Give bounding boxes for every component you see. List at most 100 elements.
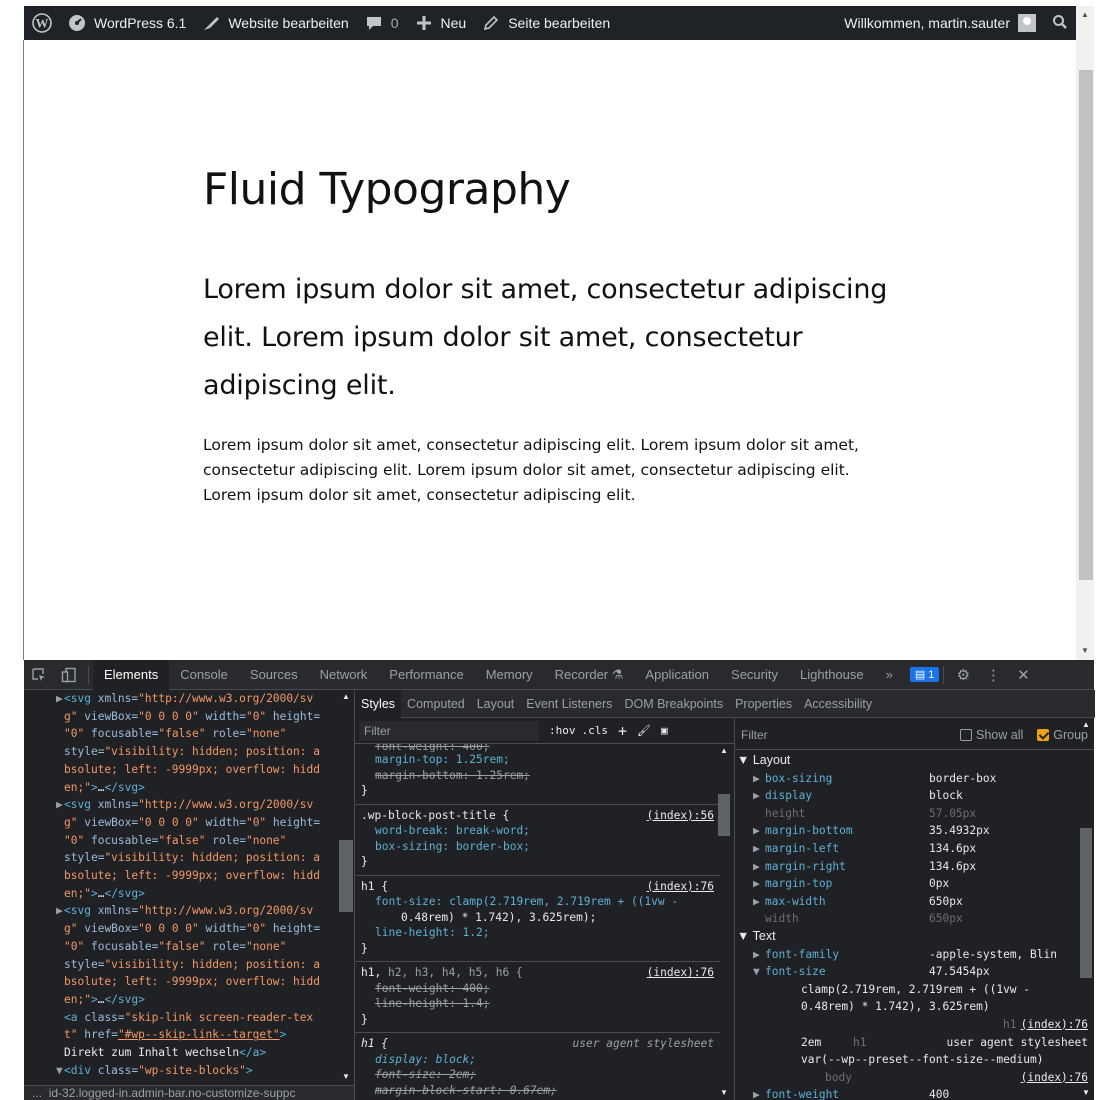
style-declaration[interactable]: line-height: 1.4;: [361, 996, 714, 1012]
style-rule[interactable]: (index):76 h1, h2, h3, h4, h5, h6 { font…: [355, 962, 720, 1033]
style-declaration[interactable]: display: block;: [361, 1052, 714, 1068]
wordpress-logo-button[interactable]: W: [24, 6, 60, 40]
computed-property-row[interactable]: ▶ margin-bottom 35.4932px: [735, 822, 1094, 840]
tab-performance[interactable]: Performance: [378, 660, 474, 690]
style-rule[interactable]: user agent stylesheet h1 { display: bloc…: [355, 1033, 720, 1100]
dom-line[interactable]: style="visibility: hidden; position: a: [24, 743, 352, 761]
breadcrumb[interactable]: ... id-32.logged-in.admin-bar.no-customi…: [24, 1085, 354, 1100]
inspect-element-icon[interactable]: [24, 660, 54, 690]
computed-property-row[interactable]: ▶ font-weight 400: [735, 1086, 1094, 1100]
scroll-down-arrow-icon[interactable]: ▼: [1082, 1088, 1090, 1097]
computed-filter-input[interactable]: Filter: [741, 728, 768, 742]
dom-line[interactable]: g" viewBox="0 0 0 0" width="0" height=: [24, 920, 352, 938]
style-declaration[interactable]: font-weight: 400;: [361, 744, 714, 752]
tab-event-listeners[interactable]: Event Listeners: [520, 690, 618, 718]
styles-scrollbar[interactable]: ▲ ▼: [717, 744, 731, 1100]
style-rules-list[interactable]: font-weight: 400; margin-top: 1.25rem; m…: [355, 744, 720, 1100]
tab-security[interactable]: Security: [720, 660, 789, 690]
dom-line[interactable]: en;">…</svg>: [24, 779, 352, 797]
dom-line[interactable]: bsolute; left: -9999px; overflow: hidd: [24, 867, 352, 885]
kebab-menu-icon[interactable]: ⋮: [978, 660, 1008, 690]
paint-format-icon[interactable]: 🖌: [637, 724, 651, 737]
breadcrumb-item[interactable]: id-32.logged-in.admin-bar.no-customize-s…: [49, 1086, 296, 1100]
computed-property-row[interactable]: ▶ box-sizing border-box: [735, 770, 1094, 788]
style-rule[interactable]: font-weight: 400; margin-top: 1.25rem; m…: [355, 744, 720, 805]
trace-source-link[interactable]: (index):76: [1021, 1016, 1088, 1034]
group-header-text[interactable]: ▼ Text: [735, 928, 1094, 946]
dom-line[interactable]: g" viewBox="0 0 0 0" width="0" height=: [24, 708, 352, 726]
styles-filter-input[interactable]: Filter: [359, 720, 539, 741]
computed-property-row[interactable]: ▶ margin-right 134.6px: [735, 858, 1094, 876]
style-declaration[interactable]: font-weight: 400;: [361, 981, 714, 997]
style-declaration[interactable]: box-sizing: border-box;: [361, 839, 714, 855]
computed-property-row[interactable]: ▶ max-width 650px: [735, 893, 1094, 911]
tab-application[interactable]: Application: [634, 660, 720, 690]
dom-line[interactable]: t" href="#wp--skip-link--target">: [24, 1026, 352, 1044]
toggle-sidebar-icon[interactable]: ▣: [661, 724, 668, 737]
dom-line[interactable]: "0" focusable="false" role="none": [24, 832, 352, 850]
computed-property-row[interactable]: ▼ font-size 47.5454px: [735, 963, 1094, 981]
edit-site-button[interactable]: Website bearbeiten: [194, 6, 356, 40]
scroll-up-arrow-icon[interactable]: ▲: [720, 746, 728, 755]
tab-lighthouse[interactable]: Lighthouse: [789, 660, 875, 690]
dom-scrollbar[interactable]: ▲ ▼: [339, 690, 353, 1085]
tab-styles[interactable]: Styles: [355, 689, 402, 718]
scroll-down-arrow-icon[interactable]: ▼: [1081, 646, 1089, 655]
dom-line[interactable]: style="visibility: hidden; position: a: [24, 849, 352, 867]
computed-property-row[interactable]: ▶ display block: [735, 787, 1094, 805]
style-declaration[interactable]: word-break: break-word;: [361, 823, 714, 839]
tab-network[interactable]: Network: [309, 660, 379, 690]
dom-line[interactable]: g" viewBox="0 0 0 0" width="0" height=: [24, 814, 352, 832]
tab-layout[interactable]: Layout: [471, 690, 521, 718]
style-declaration[interactable]: margin-top: 1.25rem;: [361, 752, 714, 768]
dom-line[interactable]: Direkt zum Inhalt wechseln</a>: [24, 1044, 352, 1062]
expand-triangle-icon[interactable]: ▶: [56, 796, 63, 814]
more-tabs-button[interactable]: »: [875, 660, 904, 690]
settings-gear-icon[interactable]: ⚙: [948, 660, 978, 690]
rule-source-link[interactable]: (index):76: [647, 879, 714, 895]
dom-line[interactable]: ▼ <div class="wp-site-blocks">: [24, 1062, 352, 1080]
page-scrollbar[interactable]: ▲ ▼: [1076, 6, 1094, 660]
style-declaration[interactable]: font-size: 2em;: [361, 1067, 714, 1083]
expand-triangle-icon[interactable]: ▶: [56, 902, 63, 920]
dom-line[interactable]: "0" focusable="false" role="none": [24, 725, 352, 743]
style-declaration[interactable]: margin-bottom: 1.25rem;: [361, 768, 714, 784]
dom-line[interactable]: "0" focusable="false" role="none": [24, 938, 352, 956]
new-content-button[interactable]: Neu: [407, 6, 475, 40]
tab-properties[interactable]: Properties: [729, 690, 798, 718]
computed-property-row[interactable]: ▶ margin-top 0px: [735, 875, 1094, 893]
collapse-triangle-icon[interactable]: ▼: [56, 1062, 63, 1080]
tab-sources[interactable]: Sources: [239, 660, 309, 690]
style-declaration[interactable]: margin-block-start: 0.67em;: [361, 1083, 714, 1099]
style-declaration[interactable]: line-height: 1.2;: [361, 925, 714, 941]
scroll-up-arrow-icon[interactable]: ▲: [342, 692, 350, 701]
dom-line[interactable]: bsolute; left: -9999px; overflow: hidd: [24, 973, 352, 991]
breadcrumb-ellipsis[interactable]: ...: [32, 1086, 42, 1100]
site-name-button[interactable]: WordPress 6.1: [60, 6, 194, 40]
dom-scrollbar-thumb[interactable]: [339, 840, 353, 912]
computed-property-row[interactable]: height 57.05px: [735, 805, 1094, 823]
scroll-down-arrow-icon[interactable]: ▼: [720, 1088, 728, 1097]
computed-property-row[interactable]: width 650px: [735, 910, 1094, 928]
style-rule[interactable]: (index):56 .wp-block-post-title { word-b…: [355, 805, 720, 876]
cls-toggle[interactable]: .cls: [582, 724, 609, 737]
comments-button[interactable]: 0: [357, 6, 407, 40]
tab-memory[interactable]: Memory: [475, 660, 544, 690]
scroll-up-arrow-icon[interactable]: ▲: [1081, 10, 1089, 19]
dom-line[interactable]: en;">…</svg>: [24, 885, 352, 903]
edit-page-button[interactable]: Seite bearbeiten: [474, 6, 618, 40]
dom-line[interactable]: <a class="skip-link screen-reader-tex: [24, 1009, 352, 1027]
computed-scrollbar[interactable]: ▲ ▼: [1079, 718, 1093, 1100]
rule-source-link[interactable]: (index):56: [647, 808, 714, 824]
scroll-up-arrow-icon[interactable]: ▲: [1082, 720, 1090, 729]
dom-line[interactable]: style="visibility: hidden; position: a: [24, 956, 352, 974]
tab-dom-breakpoints[interactable]: DOM Breakpoints: [618, 690, 729, 718]
dom-line[interactable]: bsolute; left: -9999px; overflow: hidd: [24, 761, 352, 779]
close-icon[interactable]: ✕: [1008, 660, 1038, 690]
computed-scrollbar-thumb[interactable]: [1080, 828, 1092, 978]
dom-line[interactable]: ▶ <svg xmlns="http://www.w3.org/2000/sv: [24, 796, 352, 814]
dom-line[interactable]: en;">…</svg>: [24, 991, 352, 1009]
rule-source-link[interactable]: (index):76: [647, 965, 714, 981]
search-button[interactable]: [1044, 6, 1076, 40]
dom-line[interactable]: ▶ <svg xmlns="http://www.w3.org/2000/sv: [24, 902, 352, 920]
